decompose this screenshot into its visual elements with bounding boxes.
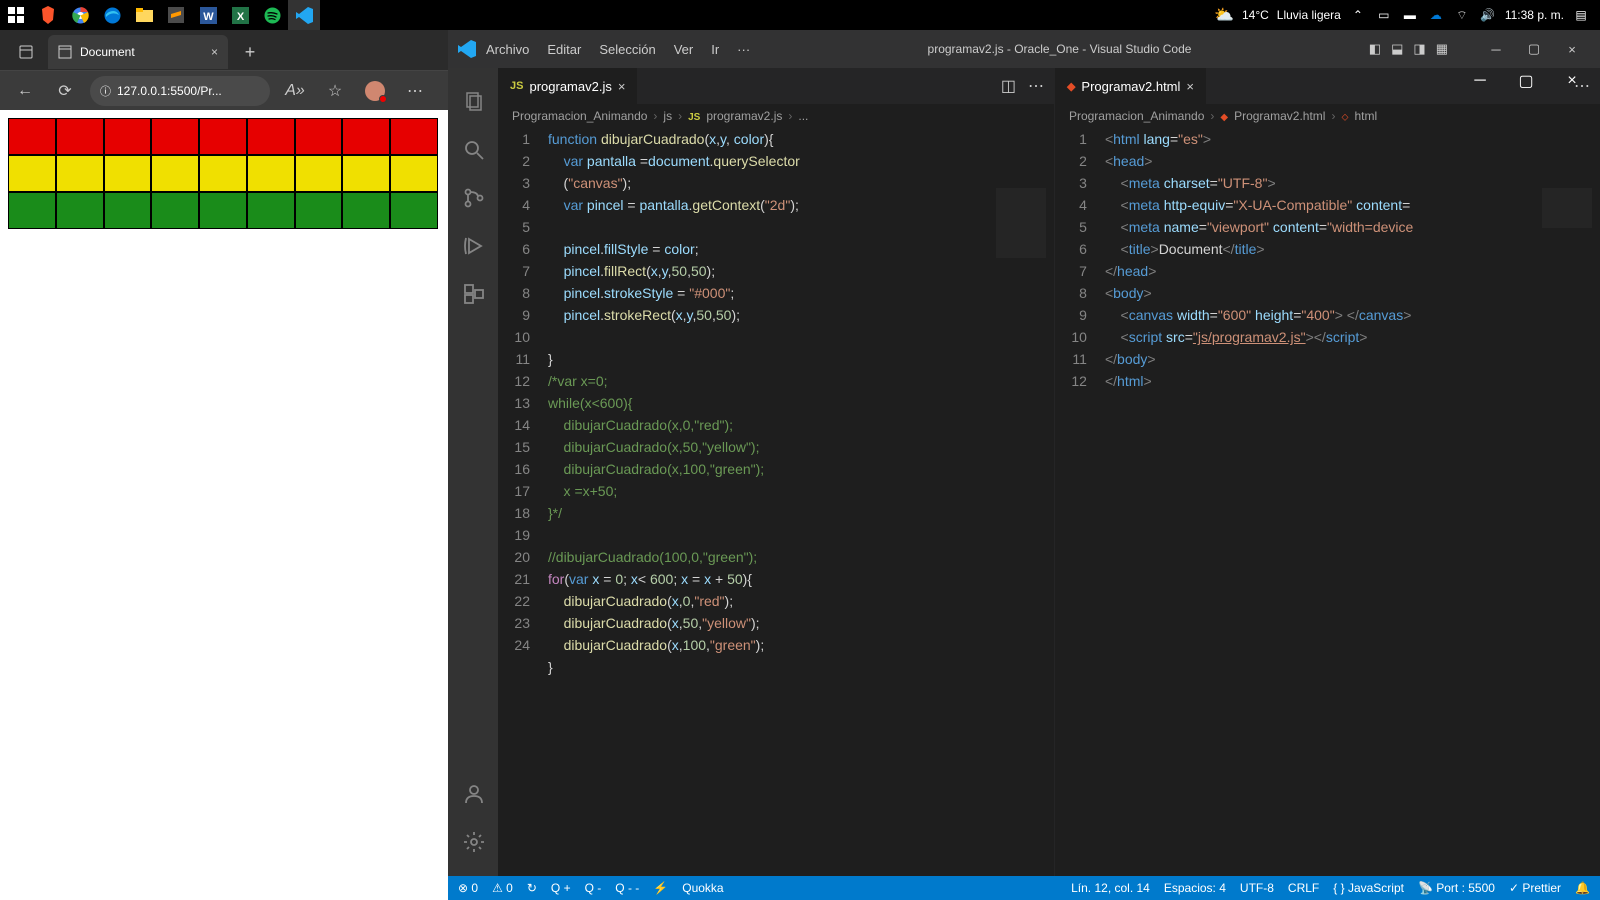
reload-button[interactable]: ⟳ (50, 76, 80, 106)
menu-item[interactable]: ··· (737, 42, 750, 57)
menu-item[interactable]: Selección (599, 42, 655, 57)
favorite-icon[interactable]: ☆ (320, 76, 350, 106)
vscode-icon[interactable] (288, 0, 320, 30)
wifi-icon[interactable]: ⌔ (1453, 6, 1471, 24)
maximize-button[interactable]: ▢ (1504, 66, 1548, 96)
notifications-icon[interactable]: 🔔 (1575, 881, 1590, 895)
indentation[interactable]: Espacios: 4 (1164, 881, 1226, 895)
browser-window: Document × + ─ ▢ × ← ⟳ ⓘ 127.0.0.1:5500/… (0, 30, 448, 900)
menu-item[interactable]: Ir (711, 42, 719, 57)
address-bar[interactable]: ⓘ 127.0.0.1:5500/Pr... (90, 76, 270, 106)
encoding[interactable]: UTF-8 (1240, 881, 1274, 895)
volume-icon[interactable]: 🔊 (1479, 6, 1497, 24)
new-tab-button[interactable]: + (232, 36, 268, 68)
prettier-status[interactable]: ✓ Prettier (1509, 881, 1561, 895)
search-icon[interactable] (449, 126, 497, 174)
close-tab-icon[interactable]: × (1186, 79, 1194, 94)
status-item[interactable]: ↻ (527, 881, 537, 895)
sublime-icon[interactable] (160, 0, 192, 30)
menu-item[interactable]: Ver (674, 42, 694, 57)
quokka-status[interactable]: Quokka (682, 881, 723, 895)
reading-mode-icon[interactable]: A» (280, 76, 310, 106)
minimize-button[interactable]: ─ (1478, 35, 1514, 63)
panel-bottom-icon[interactable]: ⬓ (1391, 41, 1403, 57)
minimap[interactable] (996, 188, 1046, 258)
panel-left-icon[interactable]: ◧ (1369, 41, 1381, 57)
windows-taskbar: W X ⛅ 14°C Lluvia ligera ⌃ ▭ ▬ ☁ ⌔ 🔊 11:… (0, 0, 1600, 30)
tab-title: Document (80, 45, 135, 59)
live-server-port[interactable]: 📡 Port : 5500 (1418, 881, 1495, 895)
excel-icon[interactable]: X (224, 0, 256, 30)
close-button[interactable]: × (1550, 66, 1594, 96)
weather-desc[interactable]: Lluvia ligera (1277, 8, 1341, 22)
clock[interactable]: 11:38 p. m. (1505, 8, 1564, 22)
close-tab-icon[interactable]: × (211, 45, 218, 59)
close-button[interactable]: × (1554, 35, 1590, 63)
start-button[interactable] (0, 0, 32, 30)
svg-text:X: X (236, 11, 244, 23)
minimap[interactable] (1542, 188, 1592, 228)
tray-icon[interactable]: ▭ (1375, 6, 1393, 24)
panel-right-icon[interactable]: ◨ (1413, 41, 1425, 57)
word-icon[interactable]: W (192, 0, 224, 30)
more-icon[interactable]: ⋯ (400, 76, 430, 106)
onedrive-icon[interactable]: ☁ (1427, 6, 1445, 24)
edge-icon[interactable] (96, 0, 128, 30)
svg-text:W: W (203, 11, 214, 23)
brave-icon[interactable] (32, 0, 64, 30)
maximize-button[interactable]: ▢ (1516, 35, 1552, 63)
chevron-up-icon[interactable]: ⌃ (1349, 6, 1367, 24)
tab-label: Programav2.html (1081, 79, 1180, 94)
editor-tab-html[interactable]: ◆ Programav2.html × (1055, 68, 1207, 104)
url-text: 127.0.0.1:5500/Pr... (117, 84, 222, 98)
layout-icon[interactable]: ▦ (1436, 41, 1448, 57)
menu-item[interactable]: Editar (547, 42, 581, 57)
vscode-window: Archivo Editar Selección Ver Ir ··· programav… (448, 30, 1600, 900)
status-item[interactable]: Q + (551, 881, 571, 895)
profile-icon[interactable] (360, 76, 390, 106)
back-button[interactable]: ← (10, 76, 40, 106)
source-control-icon[interactable] (449, 174, 497, 222)
close-tab-icon[interactable]: × (618, 79, 626, 94)
status-bar: ⊗ 0 ⚠ 0 ↻ Q + Q - Q - - ⚡ Quokka Lín. 12… (448, 876, 1600, 900)
vscode-logo-icon (458, 40, 476, 58)
notifications-icon[interactable]: ▤ (1572, 6, 1590, 24)
language-mode[interactable]: { } JavaScript (1333, 881, 1404, 895)
weather-temp[interactable]: 14°C (1242, 8, 1269, 22)
browser-tab[interactable]: Document × (48, 35, 228, 69)
spotify-icon[interactable] (256, 0, 288, 30)
account-icon[interactable] (449, 770, 497, 818)
editor-tab-js[interactable]: JS programav2.js × (498, 68, 638, 104)
extensions-icon[interactable] (449, 270, 497, 318)
minimize-button[interactable]: ─ (1458, 66, 1502, 96)
explorer-icon[interactable] (449, 78, 497, 126)
activity-bar (448, 68, 498, 876)
tab-label: programav2.js (529, 79, 611, 94)
warnings-count[interactable]: ⚠ 0 (492, 881, 513, 895)
page-content (0, 110, 448, 900)
chrome-icon[interactable] (64, 0, 96, 30)
breadcrumb[interactable]: Programacion_Animando›js›JS programav2.j… (498, 104, 1054, 128)
status-item[interactable]: Q - (585, 881, 602, 895)
debug-icon[interactable] (449, 222, 497, 270)
status-item[interactable]: ⚡ (653, 881, 668, 895)
tabs-menu-button[interactable] (8, 36, 44, 68)
explorer-icon[interactable] (128, 0, 160, 30)
settings-icon[interactable] (449, 818, 497, 866)
cursor-position[interactable]: Lín. 12, col. 14 (1071, 881, 1150, 895)
battery-icon[interactable]: ▬ (1401, 6, 1419, 24)
info-icon[interactable]: ⓘ (100, 83, 111, 99)
more-actions-icon[interactable]: ⋯ (1028, 76, 1044, 96)
breadcrumb[interactable]: Programacion_Animando›◆ Programav2.html›… (1055, 104, 1600, 128)
status-item[interactable]: Q - - (615, 881, 639, 895)
window-title: programav2.js - Oracle_One - Visual Stud… (928, 42, 1192, 56)
menu-item[interactable]: Archivo (486, 42, 529, 57)
split-editor-icon[interactable]: ◫ (1001, 76, 1016, 96)
errors-count[interactable]: ⊗ 0 (458, 881, 478, 895)
eol[interactable]: CRLF (1288, 881, 1319, 895)
